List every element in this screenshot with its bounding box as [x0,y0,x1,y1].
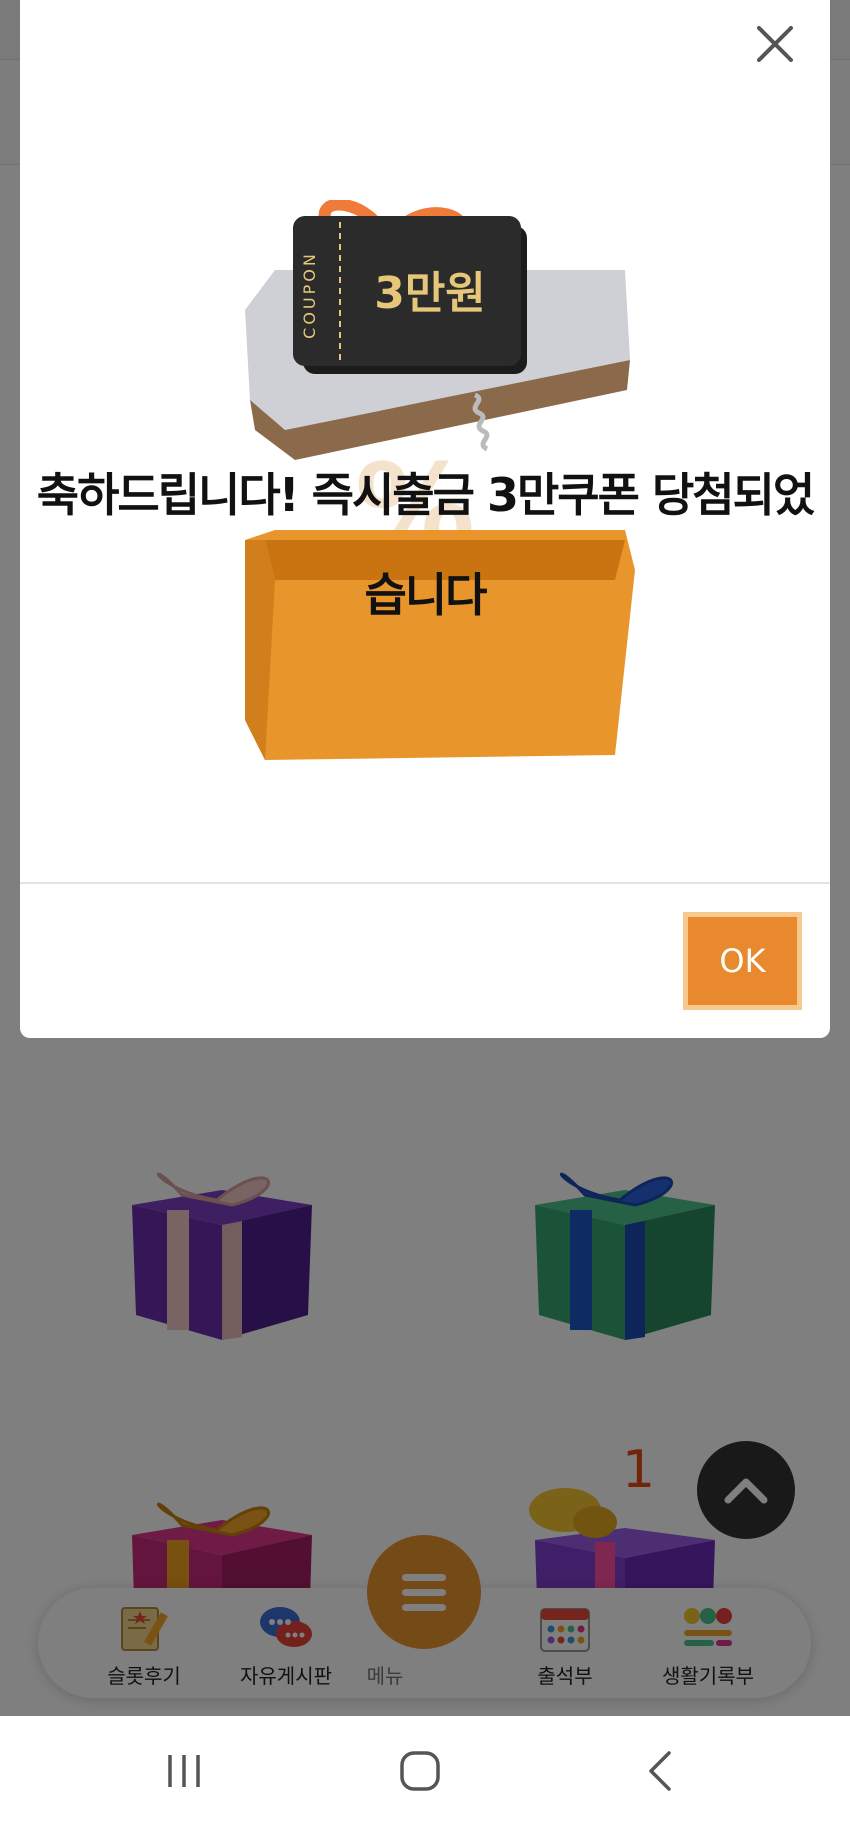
recent-apps-icon [168,1755,200,1787]
dialog-message: 축하드립니다! 즉시출금 3만쿠폰 당첨되었습니다 [36,468,815,622]
coupon-label: COUPON [300,251,319,339]
recent-apps-button[interactable] [144,1736,224,1806]
dialog-divider [20,882,830,884]
system-nav-bar [0,1716,850,1830]
back-button[interactable] [620,1736,700,1806]
close-icon [757,26,793,62]
home-icon [400,1751,440,1791]
home-button[interactable] [380,1736,460,1806]
ok-button[interactable]: OK [683,912,802,1010]
coupon-amount: 3만원 [374,268,486,319]
coupon-win-dialog: COUPON 3만원 % 축하드립니다! 즉시출금 3만쿠폰 당첨되었습니다 O… [20,0,830,1038]
back-chevron-icon [649,1751,671,1791]
close-button[interactable] [745,14,805,74]
